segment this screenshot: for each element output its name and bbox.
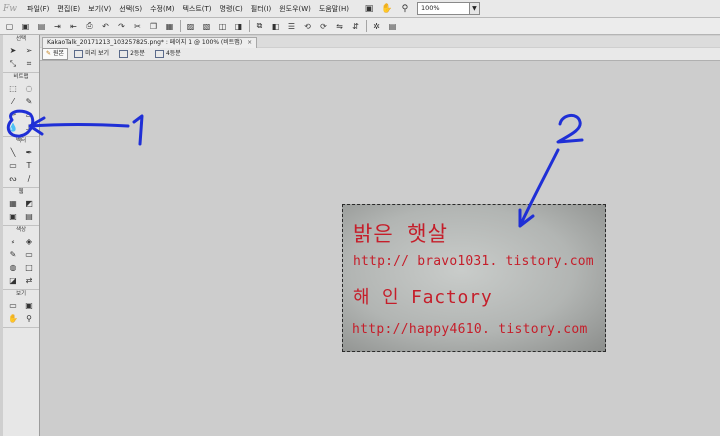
annotation-arrow-1 [28, 116, 130, 136]
annotation-circle [6, 109, 35, 138]
annotation-digit-1 [132, 114, 144, 146]
annotation-layer: 1 2 [6, 109, 584, 228]
annotation-digit-2 [556, 114, 584, 144]
annotation-arrow-2 [518, 148, 560, 228]
